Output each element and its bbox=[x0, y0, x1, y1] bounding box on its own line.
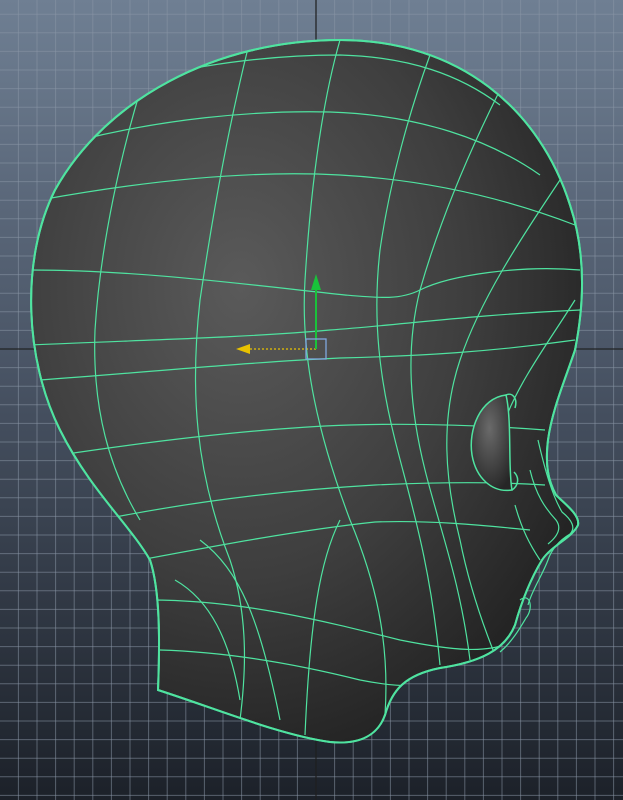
modeling-viewport[interactable] bbox=[0, 0, 623, 800]
viewport-canvas[interactable] bbox=[0, 0, 623, 800]
